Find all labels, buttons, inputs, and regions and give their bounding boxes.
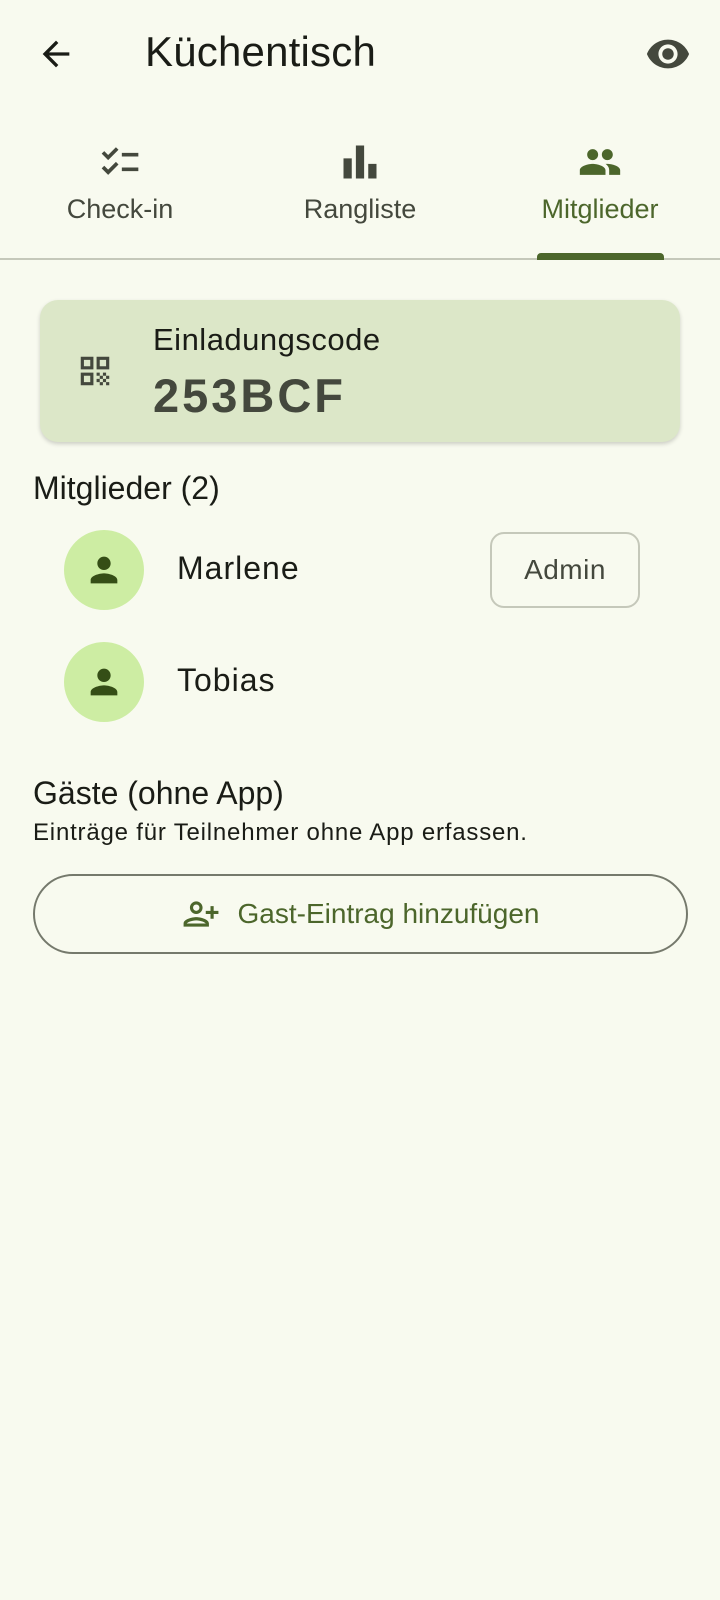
tab-bar: Check-in Rangliste Mitglieder: [0, 120, 720, 260]
member-name: Tobias: [177, 662, 276, 698]
active-tab-indicator: [537, 253, 664, 260]
invite-code-value: 253BCF: [153, 369, 347, 422]
avatar: [64, 642, 144, 722]
tab-label: Mitglieder: [541, 194, 659, 224]
checklist-icon: [101, 147, 139, 175]
app-bar: Küchentisch: [0, 0, 720, 112]
person-icon: [90, 668, 118, 696]
members-heading: Mitglieder (2): [33, 470, 220, 506]
add-guest-entry-button[interactable]: Gast-Eintrag hinzufügen: [33, 874, 688, 954]
guests-subtitle: Einträge für Teilnehmer ohne App erfasse…: [33, 819, 528, 846]
arrow-left-icon: [42, 40, 70, 68]
visibility-button[interactable]: [636, 22, 700, 86]
member-row[interactable]: Tobias: [64, 642, 664, 722]
admin-badge: Admin: [490, 532, 640, 608]
eye-icon: [646, 39, 690, 69]
invite-code-card[interactable]: Einladungscode 253BCF: [40, 300, 680, 442]
tab-rangliste[interactable]: Rangliste: [240, 120, 480, 258]
qr-code-icon: [80, 356, 110, 386]
tab-mitglieder[interactable]: Mitglieder: [480, 120, 720, 258]
member-name: Marlene: [177, 550, 300, 586]
avatar: [64, 530, 144, 610]
tab-label: Rangliste: [303, 194, 417, 224]
bar-chart-icon: [343, 145, 377, 179]
tab-check-in[interactable]: Check-in: [0, 120, 240, 258]
page-title: Küchentisch: [145, 28, 377, 75]
person-icon: [90, 556, 118, 584]
guests-heading: Gäste (ohne App): [33, 775, 284, 811]
tab-label: Check-in: [66, 194, 174, 224]
back-button[interactable]: [24, 22, 88, 86]
invite-code-label: Einladungscode: [153, 322, 381, 357]
person-add-icon: [183, 901, 218, 927]
group-icon: [579, 149, 621, 175]
add-guest-entry-label: Gast-Eintrag hinzufügen: [237, 898, 540, 929]
